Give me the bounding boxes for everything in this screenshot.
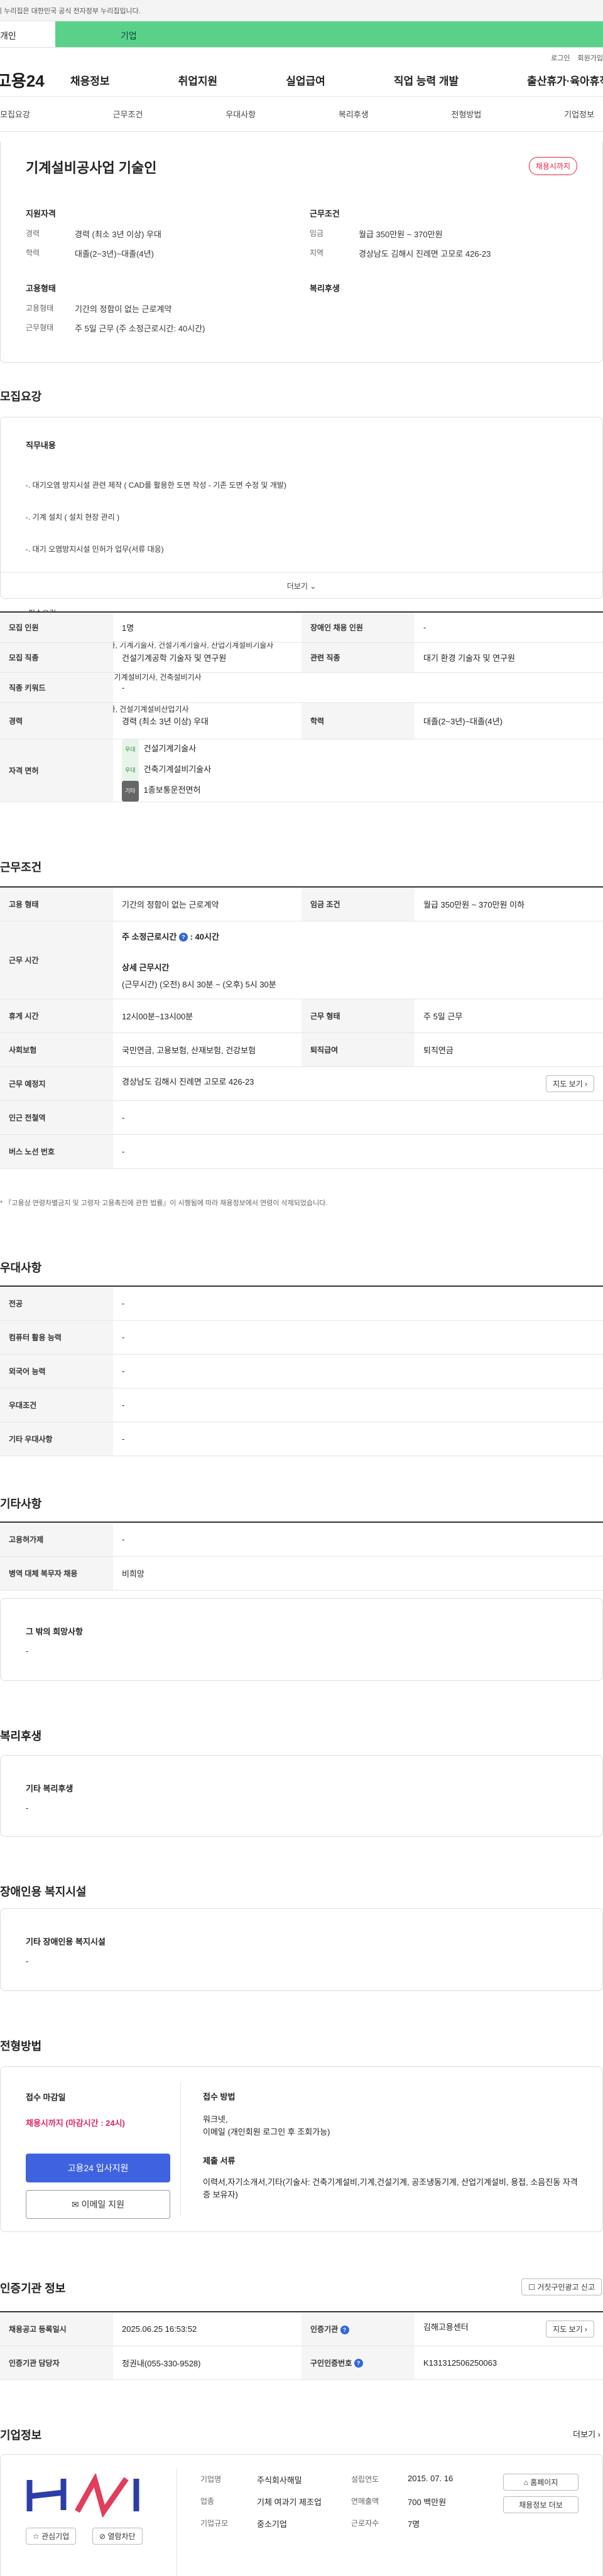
etc-table: 고용허가제 - 병역 대체 복무자 채용 비희망: [0, 1521, 603, 1591]
welfare-card: 기타 복리후생 -: [0, 1755, 603, 1837]
map-button[interactable]: 지도 보기 ›: [546, 1075, 594, 1092]
tab-business[interactable]: 기업: [55, 21, 603, 47]
user-type-tabs: 개인 기업: [0, 21, 603, 48]
section-nav: 모집요강 근무조건 우대사항 복리후생 전형방법 기업정보: [0, 97, 603, 132]
info-icon[interactable]: ?: [178, 933, 188, 942]
job-summary-card: 기계설비공사업 기술인 채용시까지 지원자격 경력 경력 (최소 3년 이상) 우…: [0, 142, 603, 363]
gnb-item[interactable]: 채용정보: [70, 72, 110, 88]
report-button[interactable]: ☐ 거짓구인광고 신고: [521, 2278, 602, 2295]
company-jobs-button[interactable]: 채용정보 더보: [503, 2496, 579, 2513]
company-section-title: 기업정보: [0, 2429, 42, 2442]
disabled-card: 기타 장애인용 복지시설 -: [0, 1908, 603, 1991]
pref-section-title: 우대사항: [0, 1262, 42, 1274]
snav-item[interactable]: 근무조건: [113, 108, 143, 120]
gov-banner: 이 누리집은 대한민국 공식 전자정부 누리집입니다.: [0, 0, 603, 21]
age-notice: * 『고용상 연령차별금지 및 고령자 고용촉진에 관한 법률』이 시행됨에 따…: [0, 1199, 328, 1207]
recruit-section-title: 모집요강: [0, 390, 42, 403]
work-table: 고용 형태 기간의 정함이 없는 근로계약 임금 조건 월급 350만원 ~ 370만…: [0, 886, 603, 1169]
job-title: 기계설비공사업 기술인: [26, 160, 157, 176]
homepage-button[interactable]: ⌂ 홈페이지: [503, 2474, 579, 2491]
tab-personal[interactable]: 개인: [0, 21, 55, 47]
gnb-item[interactable]: 직업 능력 개발: [394, 72, 459, 88]
login-link[interactable]: 로그인: [551, 55, 570, 62]
interest-button[interactable]: ☆ 관심기업: [26, 2528, 77, 2545]
snav-item[interactable]: 전형방법: [452, 108, 482, 120]
cert-table: 채용공고 등록일시 2025.06.25 16:53:52 인증기관 ? 김해고용센터…: [0, 2311, 603, 2380]
status-badge: 채용시까지: [528, 157, 577, 175]
work-section-title: 근무조건: [0, 861, 42, 874]
duty-card: 직무내용 -. 대기오염 방지시설 관련 제작 ( CAD를 활용한 도면 작성…: [0, 417, 603, 714]
disabled-section-title: 장애인용 복지시설: [0, 1886, 87, 1898]
info-icon[interactable]: ?: [340, 2325, 349, 2334]
emp-title: 고용형태: [26, 284, 56, 293]
global-nav: 고용24 채용정보 취업지원 실업급여 직업 능력 개발 출산휴가·육아휴직: [0, 64, 603, 97]
logo[interactable]: 고용24: [0, 68, 70, 92]
block-icon: ⊘: [99, 2532, 106, 2541]
recruit-table: 모집 인원 1명 장애인 채용 인원 - 모집 직종 건설기계공학 기술자 및 연구원 관…: [0, 611, 603, 802]
cert-section-title: 인증기관 정보: [0, 2282, 66, 2295]
join-link[interactable]: 회원가입: [578, 55, 603, 62]
company-info: 기업명 주식회사해밀 설립연도 2015. 07. 16 업종 기체 여과기 제조업 연매…: [200, 2474, 454, 2529]
welfare-section-title: 복리후생: [0, 1730, 42, 1742]
company-card: ☆ 관심기업 ⊘ 열람차단 기업명 주식회사해밀 설립연도 2015. 07. 16 …: [0, 2454, 603, 2576]
snav-item[interactable]: 우대사항: [225, 108, 256, 120]
info-icon[interactable]: ?: [354, 2359, 363, 2368]
screening-card: 접수 마감일 채용시까지 (마감시간 : 24시) 고용24 입사지원 ✉ 이메…: [0, 2066, 603, 2232]
gnb-item[interactable]: 실업급여: [286, 72, 325, 88]
hope-card: 그 밖의 희망사항 -: [0, 1598, 603, 1681]
welfare-title: 복리후생: [310, 284, 340, 293]
company-logo: [26, 2474, 139, 2518]
block-button[interactable]: ⊘ 열람차단: [92, 2528, 143, 2545]
etc-section-title: 기타사항: [0, 1498, 42, 1510]
cond-title: 근무조건: [310, 209, 340, 218]
chevron-down-icon: ⌄: [310, 582, 317, 591]
agency-map-button[interactable]: 지도 보기 ›: [546, 2320, 594, 2337]
deadline-value: 채용시까지 (마감시간 : 24시): [26, 2118, 125, 2128]
star-icon: ☆: [33, 2532, 40, 2541]
util-bar: 로그인 회원가입: [0, 48, 603, 64]
qual-title: 지원자격: [26, 209, 56, 218]
email-apply-button[interactable]: ✉ 이메일 지원: [26, 2190, 170, 2219]
gnb-item[interactable]: 출산휴가·육아휴직: [527, 72, 603, 88]
apply-button[interactable]: 고용24 입사지원: [26, 2154, 170, 2182]
snav-item[interactable]: 기업정보: [564, 108, 594, 120]
report-icon: ☐: [528, 2283, 535, 2292]
snav-item[interactable]: 복리후생: [339, 108, 369, 120]
more-button[interactable]: 더보기 ⌄: [1, 572, 602, 598]
company-more-link[interactable]: 더보기 ›: [573, 2428, 600, 2440]
pref-table: 전공 - 컴퓨터 활용 능력 - 외국어 능력 - 우대조건 - 기타 우대사항 -: [0, 1285, 603, 1456]
snav-item[interactable]: 모집요강: [0, 108, 30, 120]
license-list: 우대 건설기계기술사 우대 건축기계설비기술사 기타 1종보통운전면허: [113, 739, 603, 802]
screening-section-title: 전형방법: [0, 2040, 42, 2053]
gnb-item[interactable]: 취업지원: [178, 72, 218, 88]
home-icon: ⌂: [523, 2478, 528, 2487]
mail-icon: ✉: [72, 2199, 79, 2209]
